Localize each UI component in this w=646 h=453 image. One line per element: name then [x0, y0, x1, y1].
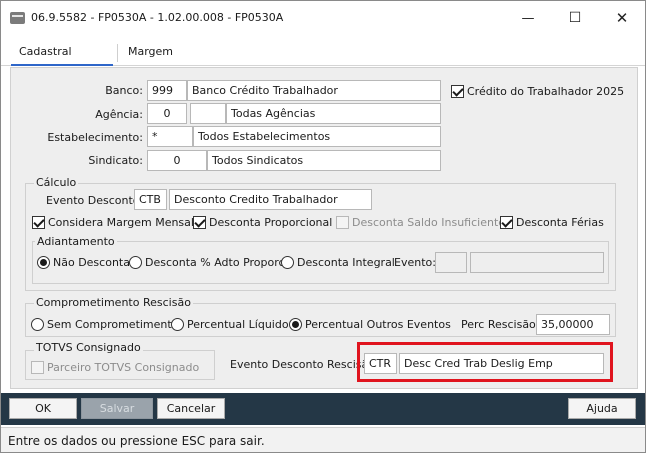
- calculo-title: Cálculo: [34, 176, 79, 189]
- sindicato-code-field[interactable]: 0: [147, 150, 207, 171]
- button-bar: OK Salvar Cancelar Ajuda: [1, 393, 645, 425]
- highlight-annotation-box: [357, 342, 613, 382]
- evento-desconto-code-field[interactable]: CTB: [134, 189, 167, 210]
- adiantamento-title: Adiantamento: [35, 235, 117, 248]
- estabelecimento-code-field[interactable]: *: [147, 126, 193, 147]
- desconta-saldo-checkbox: [336, 216, 349, 229]
- evento-desconto-desc-field: Desconto Credito Trabalhador: [169, 189, 372, 210]
- credito-trabalhador-checkbox[interactable]: [451, 85, 464, 98]
- program-window: 06.9.5582 - FP0530A - 1.02.00.008 - FP05…: [0, 0, 646, 453]
- sindicato-desc-field: Todos Sindicatos: [207, 150, 441, 171]
- ok-button[interactable]: OK: [9, 398, 77, 419]
- perc-rescisao-label: Perc Rescisão:: [461, 318, 540, 331]
- close-button[interactable]: ✕: [599, 1, 645, 35]
- estabelecimento-desc-field: Todos Estabelecimentos: [193, 126, 441, 147]
- agencia-code-field[interactable]: 0: [147, 103, 187, 124]
- desconta-integral-label: Desconta Integral: [297, 256, 395, 269]
- comprometimento-rescisao-title: Comprometimento Rescisão: [34, 296, 193, 309]
- adiantamento-evento-desc-field: [470, 252, 604, 273]
- desconta-ferias-checkbox[interactable]: [500, 216, 513, 229]
- percentual-outros-radio[interactable]: [289, 318, 302, 331]
- desconta-saldo-label: Desconta Saldo Insuficiente: [352, 216, 506, 229]
- maximize-button[interactable]: ☐: [552, 1, 598, 35]
- adiantamento-evento-code-field[interactable]: [435, 252, 467, 273]
- agencia-desc-field: Todas Agências: [226, 103, 441, 124]
- percentual-liquido-radio[interactable]: [171, 318, 184, 331]
- status-message: Entre os dados ou pressione ESC para sai…: [8, 434, 265, 448]
- sem-comprometimento-radio[interactable]: [31, 318, 44, 331]
- desconta-integral-radio[interactable]: [281, 256, 294, 269]
- agencia-digit-field[interactable]: [190, 103, 226, 124]
- nao-desconta-radio[interactable]: [37, 256, 50, 269]
- percentual-outros-label: Percentual Outros Eventos: [305, 318, 451, 331]
- sem-comprometimento-label: Sem Comprometimento: [47, 318, 179, 331]
- app-window-icon: [10, 12, 25, 24]
- considera-margem-label: Considera Margem Mensal: [48, 216, 194, 229]
- parceiro-totvs-checkbox: [31, 361, 44, 374]
- credito-trabalhador-label: Crédito do Trabalhador 2025: [467, 85, 625, 98]
- perc-rescisao-field[interactable]: 35,00000: [536, 314, 610, 335]
- title-bar: 06.9.5582 - FP0530A - 1.02.00.008 - FP05…: [1, 1, 645, 35]
- agencia-label: Agência:: [95, 108, 143, 121]
- desconta-pct-radio[interactable]: [129, 256, 142, 269]
- adiantamento-evento-label: Evento:: [394, 256, 436, 269]
- percentual-liquido-label: Percentual Líquido: [187, 318, 289, 331]
- tab-margem[interactable]: Margem: [128, 45, 173, 58]
- desconta-proporcional-checkbox[interactable]: [193, 216, 206, 229]
- estabelecimento-label: Estabelecimento:: [47, 131, 143, 144]
- nao-desconta-label: Não Desconta: [53, 256, 130, 269]
- desconta-ferias-label: Desconta Férias: [516, 216, 604, 229]
- tab-bar: Cadastral Margem: [1, 41, 645, 66]
- status-bar: Entre os dados ou pressione ESC para sai…: [1, 427, 645, 452]
- totvs-consignado-title: TOTVS Consignado: [34, 341, 143, 354]
- tab-separator: [117, 44, 118, 62]
- desconta-pct-label: Desconta % Adto Proporc: [145, 256, 285, 269]
- minimize-button[interactable]: —: [505, 1, 551, 35]
- active-tab-indicator: [11, 64, 113, 66]
- tab-cadastral[interactable]: Cadastral: [19, 45, 72, 58]
- considera-margem-checkbox[interactable]: [32, 216, 45, 229]
- window-title: 06.9.5582 - FP0530A - 1.02.00.008 - FP05…: [31, 11, 284, 24]
- evento-desconto-label: Evento Desconto:: [46, 194, 144, 207]
- parceiro-totvs-label: Parceiro TOTVS Consignado: [47, 361, 200, 374]
- banco-code-field[interactable]: 999: [147, 80, 187, 101]
- banco-label: Banco:: [105, 84, 143, 97]
- desconta-proporcional-label: Desconta Proporcional: [209, 216, 333, 229]
- salvar-button: Salvar: [81, 398, 153, 419]
- sindicato-label: Sindicato:: [88, 154, 143, 167]
- ajuda-button[interactable]: Ajuda: [568, 398, 636, 419]
- cancelar-button[interactable]: Cancelar: [157, 398, 225, 419]
- banco-desc-field: Banco Crédito Trabalhador: [187, 80, 441, 101]
